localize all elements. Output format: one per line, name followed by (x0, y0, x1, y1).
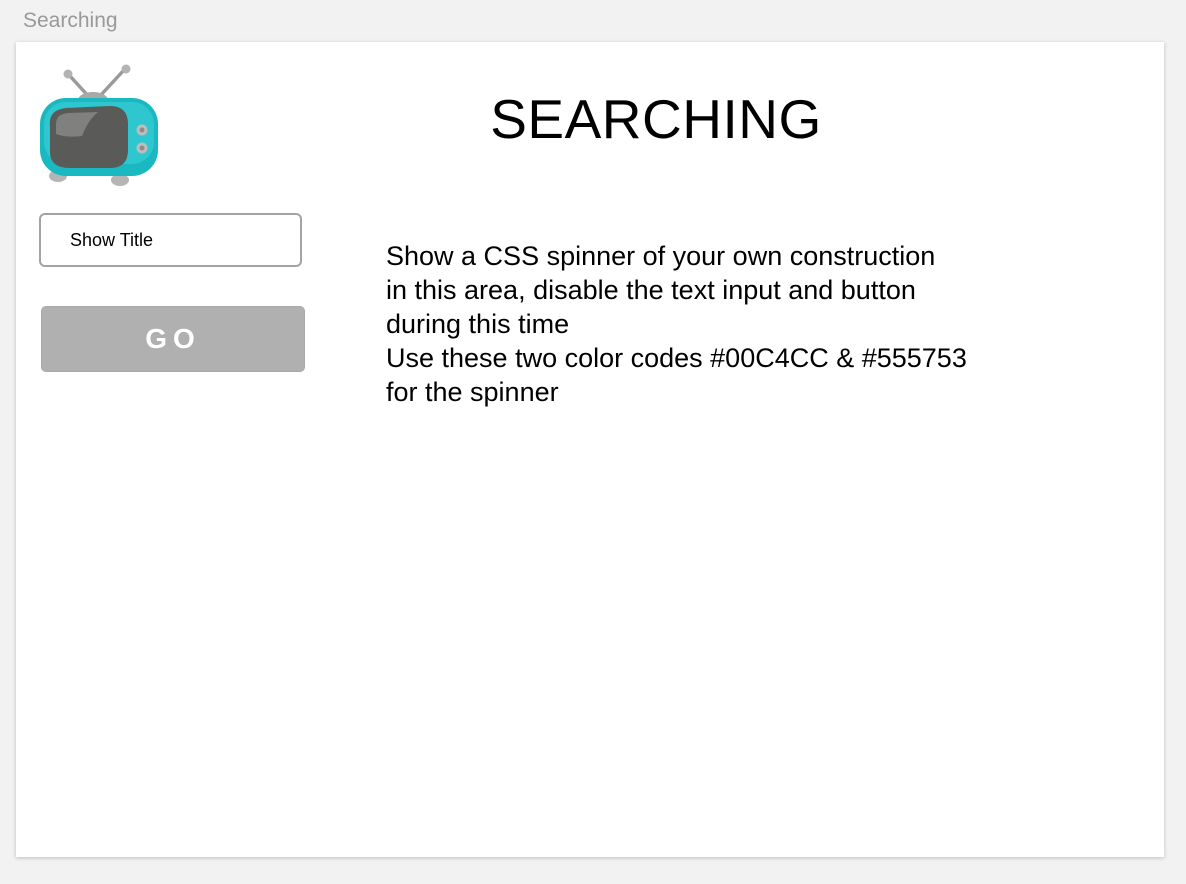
instruction-line: during this time (386, 309, 570, 339)
instruction-line: for the spinner (386, 377, 559, 407)
page-title: SEARCHING (490, 88, 822, 150)
instruction-line: Show a CSS spinner of your own construct… (386, 241, 936, 271)
instruction-line: in this area, disable the text input and… (386, 275, 916, 305)
page-artboard: SEARCHING GO Show a CSS spinner of your … (16, 42, 1164, 857)
instruction-line: Use these two color codes #00C4CC & #555… (386, 343, 967, 373)
show-title-input[interactable] (39, 213, 302, 267)
go-button[interactable]: GO (41, 306, 305, 372)
frame-label: Searching (23, 9, 118, 32)
retro-tv-icon (38, 64, 164, 188)
spinner-instructions: Show a CSS spinner of your own construct… (386, 239, 1046, 409)
